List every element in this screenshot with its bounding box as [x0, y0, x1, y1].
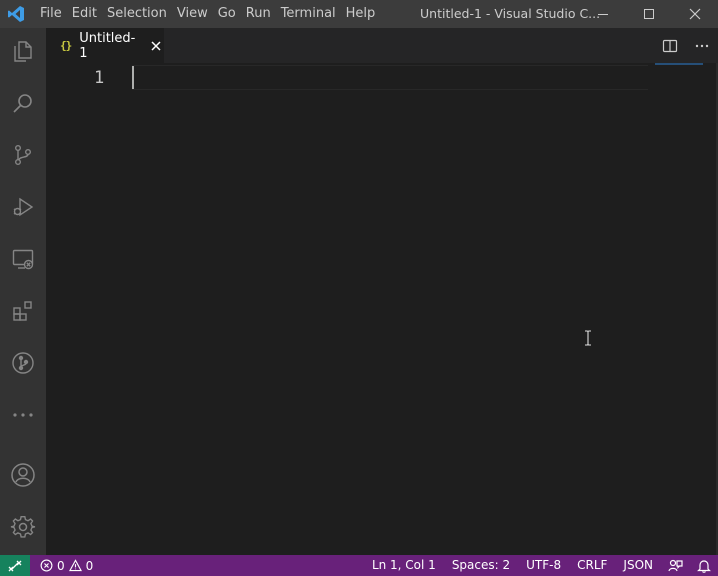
menu-view[interactable]: View: [172, 0, 213, 28]
error-icon: [40, 559, 53, 572]
source-control-icon[interactable]: [0, 132, 46, 178]
line-number: 1: [94, 68, 105, 88]
search-icon[interactable]: [0, 80, 46, 126]
close-icon: [151, 40, 161, 51]
file-encoding[interactable]: UTF-8: [518, 555, 569, 576]
end-of-line[interactable]: CRLF: [569, 555, 615, 576]
menu-bar: File Edit Selection View Go Run Terminal…: [32, 0, 380, 28]
cursor-position[interactable]: Ln 1, Col 1: [364, 555, 444, 576]
indentation-setting[interactable]: Spaces: 2: [444, 555, 518, 576]
current-line-highlight: [132, 65, 648, 90]
menu-help[interactable]: Help: [341, 0, 381, 28]
explorer-icon[interactable]: [0, 28, 46, 74]
tab-close-button[interactable]: [149, 38, 164, 54]
title-bar: File Edit Selection View Go Run Terminal…: [0, 0, 718, 28]
split-editor-button[interactable]: [654, 28, 686, 63]
git-graph-icon[interactable]: [0, 340, 46, 386]
window-title: Untitled-1 - Visual Studio C...: [420, 6, 601, 21]
error-count: 0: [57, 558, 65, 573]
extensions-icon[interactable]: [0, 288, 46, 334]
menu-run[interactable]: Run: [241, 0, 276, 28]
window-controls: [580, 0, 718, 28]
menu-file[interactable]: File: [35, 0, 67, 28]
bell-icon: [697, 559, 711, 573]
tab-label: Untitled-1: [79, 30, 136, 61]
ibeam-cursor-icon: [585, 330, 591, 346]
run-debug-icon[interactable]: [0, 184, 46, 230]
close-window-button[interactable]: [672, 0, 718, 28]
vscode-logo-icon: [0, 0, 32, 28]
maximize-button[interactable]: [626, 0, 672, 28]
language-mode[interactable]: JSON: [615, 555, 661, 576]
text-cursor: [132, 66, 134, 89]
split-editor-icon: [662, 39, 678, 52]
more-icon[interactable]: [0, 392, 46, 438]
warning-count: 0: [85, 558, 94, 573]
editor-area[interactable]: 1: [46, 63, 718, 555]
warning-icon: [68, 559, 82, 572]
minimize-icon: [598, 14, 608, 15]
notifications-button[interactable]: [690, 555, 718, 576]
json-file-icon: {}: [60, 39, 72, 52]
remote-indicator[interactable]: [0, 555, 30, 576]
editor-tab-strip: {} Untitled-1: [46, 28, 718, 63]
menu-terminal[interactable]: Terminal: [276, 0, 341, 28]
ellipsis-icon: [695, 44, 709, 47]
remote-icon: [8, 560, 22, 571]
editor-actions: [654, 28, 718, 63]
feedback-button[interactable]: [661, 555, 690, 576]
minimap-slider[interactable]: [655, 63, 703, 65]
more-actions-button[interactable]: [686, 28, 718, 63]
menu-edit[interactable]: Edit: [67, 0, 102, 28]
status-bar-right: Ln 1, Col 1 Spaces: 2 UTF-8 CRLF JSON: [364, 555, 718, 576]
remote-explorer-icon[interactable]: [0, 236, 46, 282]
problems-indicator[interactable]: 0 0: [40, 559, 93, 573]
minimize-button[interactable]: [580, 0, 626, 28]
menu-go[interactable]: Go: [213, 0, 241, 28]
activity-bar: [0, 28, 46, 555]
manage-gear-icon[interactable]: [0, 504, 46, 550]
close-icon: [689, 8, 701, 20]
maximize-icon: [644, 9, 654, 19]
status-bar: 0 0 Ln 1, Col 1 Spaces: 2 UTF-8 CRLF JSO…: [0, 555, 718, 576]
accounts-icon[interactable]: [0, 452, 46, 498]
menu-selection[interactable]: Selection: [102, 0, 172, 28]
feedback-icon: [668, 559, 683, 571]
tab-untitled-1[interactable]: {} Untitled-1: [46, 28, 164, 63]
